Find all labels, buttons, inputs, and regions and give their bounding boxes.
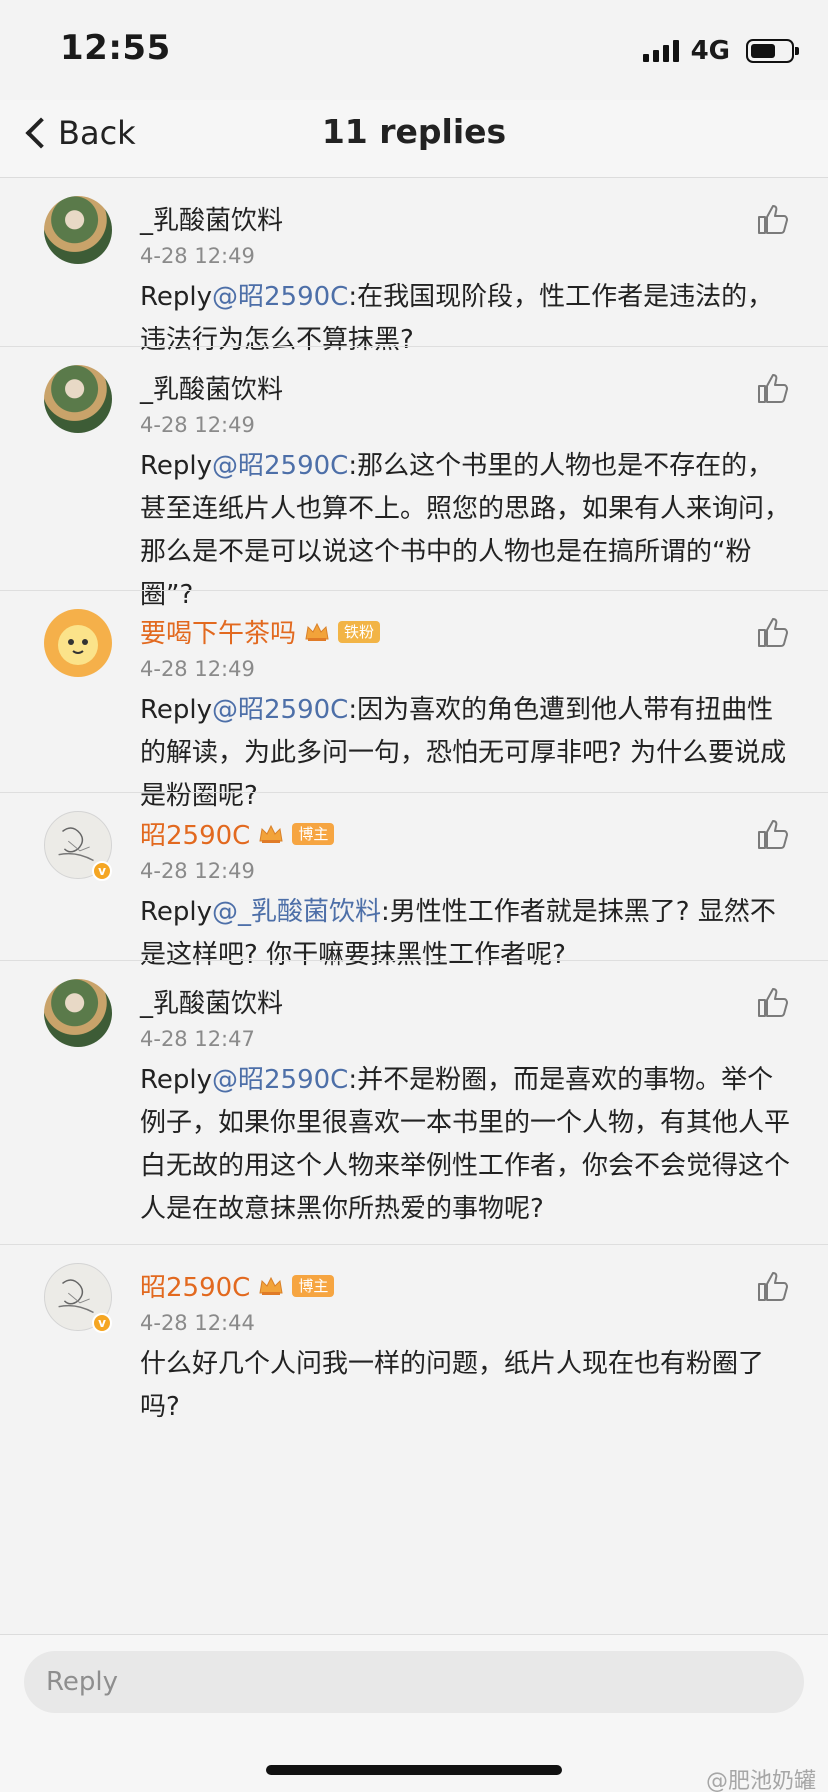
- mention-link[interactable]: @昭2590C: [212, 282, 348, 312]
- timestamp: 4-28 12:44: [140, 1311, 255, 1335]
- status-time: 12:55: [60, 28, 171, 68]
- username[interactable]: _乳酸菌饮料: [140, 369, 283, 406]
- page-title: 11 replies: [321, 112, 507, 151]
- reply-bar: @肥池奶罐: [0, 1634, 828, 1792]
- comment-item: _乳酸菌饮料 4-28 12:47 Reply@昭2590C:并不是粉圈，而是喜…: [0, 960, 828, 1244]
- comment-item: v 昭2590C 博主 4-28 12:44 什么好几个人问我一样的问题，纸片人…: [0, 1244, 828, 1434]
- comment-text: 什么好几个人问我一样的问题，纸片人现在也有粉圈了吗?: [140, 1343, 790, 1429]
- reply-prefix: Reply: [140, 695, 213, 725]
- thumbs-up-icon[interactable]: [756, 615, 790, 649]
- username[interactable]: 昭2590C: [140, 1267, 250, 1304]
- timestamp: 4-28 12:49: [140, 657, 255, 681]
- watermark: @肥池奶罐: [705, 1769, 816, 1792]
- thumbs-up-icon[interactable]: [756, 985, 790, 1019]
- comment-body: 什么好几个人问我一样的问题，纸片人现在也有粉圈了吗?: [140, 1349, 765, 1422]
- verified-icon: v: [92, 1313, 112, 1333]
- replies-list[interactable]: _乳酸菌饮料 4-28 12:49 Reply@昭2590C:在我国现阶段，性工…: [0, 178, 828, 1638]
- timestamp: 4-28 12:49: [140, 244, 255, 268]
- thumbs-up-icon[interactable]: [756, 371, 790, 405]
- thumbs-up-icon[interactable]: [756, 202, 790, 236]
- name-row: 要喝下午茶吗 铁粉: [140, 613, 381, 650]
- crown-icon: [305, 622, 329, 641]
- comment-text: Reply@昭2590C:并不是粉圈，而是喜欢的事物。举个例子，如果你里很喜欢一…: [140, 1059, 790, 1231]
- thumbs-up-icon[interactable]: [756, 817, 790, 851]
- reply-prefix: Reply: [140, 897, 213, 927]
- name-row: _乳酸菌饮料: [140, 983, 283, 1020]
- name-row: 昭2590C 博主: [140, 1267, 335, 1304]
- crown-icon: [259, 824, 283, 843]
- comment-item: v 昭2590C 博主 4-28 12:49 Reply@_乳酸菌饮料:男性性工…: [0, 792, 828, 970]
- timestamp: 4-28 12:49: [140, 413, 255, 437]
- username[interactable]: 昭2590C: [140, 815, 250, 852]
- name-row: _乳酸菌饮料: [140, 200, 283, 237]
- verified-icon: v: [92, 861, 112, 881]
- status-indicators: 4G: [642, 36, 799, 66]
- timestamp: 4-28 12:47: [140, 1027, 255, 1051]
- fan-badge: 铁粉: [338, 620, 381, 643]
- username[interactable]: _乳酸菌饮料: [140, 983, 283, 1020]
- timestamp: 4-28 12:49: [140, 859, 255, 883]
- mention-link[interactable]: @昭2590C: [212, 695, 348, 725]
- comment-item: _乳酸菌饮料 4-28 12:49 Reply@昭2590C:在我国现阶段，性工…: [0, 178, 828, 355]
- nav-bar: Back 11 replies: [0, 100, 828, 178]
- name-row: _乳酸菌饮料: [140, 369, 283, 406]
- reply-prefix: Reply: [140, 1065, 213, 1095]
- name-row: 昭2590C 博主: [140, 815, 335, 852]
- mention-link[interactable]: @昭2590C: [212, 451, 348, 481]
- username[interactable]: 要喝下午茶吗: [140, 613, 296, 650]
- mention-link[interactable]: @_乳酸菌饮料: [212, 897, 381, 927]
- signal-icon: [642, 40, 679, 62]
- battery-icon: [746, 39, 799, 63]
- crown-icon: [259, 1276, 283, 1295]
- comment-item: 要喝下午茶吗 铁粉 4-28 12:49 Reply@昭2590C:因为喜欢的角…: [0, 590, 828, 811]
- avatar[interactable]: [44, 365, 112, 433]
- mention-link[interactable]: @昭2590C: [212, 1065, 348, 1095]
- avatar[interactable]: [44, 609, 112, 677]
- username[interactable]: _乳酸菌饮料: [140, 200, 283, 237]
- avatar[interactable]: [44, 196, 112, 264]
- home-indicator[interactable]: [266, 1765, 562, 1775]
- network-label: 4G: [690, 36, 730, 66]
- avatar[interactable]: [44, 979, 112, 1047]
- avatar-character: [58, 625, 98, 665]
- reply-prefix: Reply: [140, 282, 213, 312]
- thumbs-up-icon[interactable]: [756, 1269, 790, 1303]
- author-badge: 博主: [292, 1274, 335, 1297]
- comment-item: _乳酸菌饮料 4-28 12:49 Reply@昭2590C:那么这个书里的人物…: [0, 346, 828, 610]
- reply-input[interactable]: [24, 1651, 804, 1713]
- author-badge: 博主: [292, 822, 335, 845]
- reply-prefix: Reply: [140, 451, 213, 481]
- status-bar: 12:55 4G: [0, 0, 828, 100]
